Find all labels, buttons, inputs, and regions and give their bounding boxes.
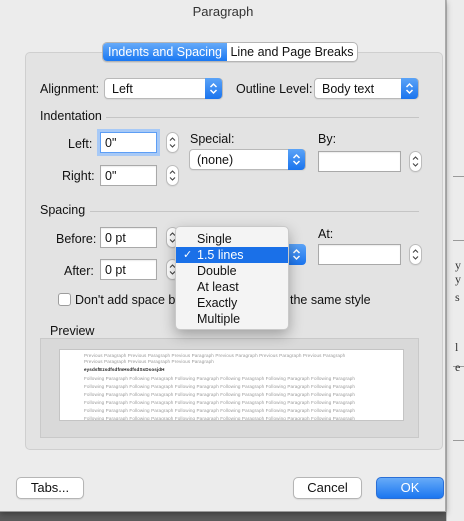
background-text: s [455,290,460,304]
menu-item-label: Double [197,264,237,278]
outline-level-popup[interactable]: Body text [314,78,419,99]
indentation-heading: Indentation [40,109,102,123]
background-text: y [455,272,461,286]
menu-item-label: At least [197,280,239,294]
outline-level-label: Outline Level: [236,82,313,96]
by-field[interactable] [318,151,401,172]
preview-following-line: Following Paragraph Following Paragraph … [84,408,356,413]
dont-add-space-label: Don't add space be [75,293,183,307]
spacing-before-label: Before: [56,232,97,246]
checkmark-icon: ✓ [183,249,193,261]
menu-item-label: Single [197,232,232,246]
menu-item-at-least[interactable]: At least [176,279,288,295]
preview-page: Previous Paragraph Previous Paragraph Pr… [59,349,404,421]
indent-left-stepper[interactable] [166,132,179,153]
chevron-updown-icon [288,149,305,170]
preview-following-line: Following Paragraph Following Paragraph … [84,376,356,381]
menu-item-multiple[interactable]: Multiple [176,311,288,327]
spacing-before-field[interactable]: 0 pt [100,227,157,248]
preview-previous-line: Previous Paragraph Previous Paragraph Pr… [84,353,346,358]
preview-following-line: Following Paragraph Following Paragraph … [84,384,356,389]
tab-line-and-page-breaks[interactable]: Line and Page Breaks [227,43,357,61]
background-text: e [455,360,461,374]
alignment-popup[interactable]: Left [104,78,223,99]
dont-add-space-label-end: the same style [290,293,371,307]
special-value: (none) [197,153,234,167]
chevron-updown-icon [401,78,418,99]
spacing-after-label: After: [64,264,94,278]
menu-item-label: Exactly [197,296,238,310]
background-text: y [455,258,461,272]
spacing-heading: Spacing [40,203,86,217]
outline-level-value: Body text [322,82,375,96]
menu-item-label: Multiple [197,312,241,326]
indent-right-field[interactable]: 0" [100,165,157,186]
tab-control: Indents and Spacing Line and Page Breaks [102,42,358,62]
ok-button[interactable]: OK [376,477,444,499]
indent-left-label: Left: [68,137,93,151]
tab-indents-and-spacing[interactable]: Indents and Spacing [103,43,227,61]
indent-left-field[interactable]: 0" [100,132,157,153]
alignment-value: Left [112,82,133,96]
menu-item-exactly[interactable]: Exactly [176,295,288,311]
indent-left-value: 0" [105,136,117,150]
tabs-button[interactable]: Tabs... [16,477,84,499]
spacing-after-value: 0 pt [105,263,126,277]
spacing-before-value: 0 pt [105,231,126,245]
preview-following-line: Following Paragraph Following Paragraph … [84,416,356,421]
menu-item-label: 1.5 lines [197,248,244,262]
preview-following-line: Following Paragraph Following Paragraph … [84,392,356,397]
indentation-divider [106,117,419,118]
dialog-title: Paragraph [192,4,254,19]
chevron-updown-icon [205,78,222,99]
alignment-label: Alignment: [40,82,100,96]
preview-heading: Preview [50,324,95,338]
preview-area: Previous Paragraph Previous Paragraph Pr… [40,338,419,438]
background-text: l [455,340,459,354]
line-spacing-menu: Single ✓ 1.5 lines Double At least Exactl… [175,226,289,330]
paragraph-dialog: Paragraph Indents and Spacing Line and P… [0,0,446,512]
by-label: By: [318,132,337,146]
cancel-button[interactable]: Cancel [293,477,362,499]
preview-previous-line: Previous Paragraph Previous Paragraph Pr… [84,359,214,364]
line-spacing-popup[interactable] [288,244,306,265]
at-label: At: [318,227,334,241]
dont-add-space-checkbox[interactable] [58,293,71,306]
by-stepper[interactable] [409,151,422,172]
indent-right-value: 0" [105,169,117,183]
spacing-after-field[interactable]: 0 pt [100,259,157,280]
menu-item-single[interactable]: Single [176,231,288,247]
at-field[interactable] [318,244,401,265]
special-label: Special: [190,132,235,146]
menu-item-1-5-lines[interactable]: ✓ 1.5 lines [176,247,288,263]
preview-current-line: eysdsfEzsdfsdfmHsdfsdSsDsosjdH [84,367,165,372]
indent-right-label: Right: [62,169,95,183]
preview-following-line: Following Paragraph Following Paragraph … [84,400,356,405]
spacing-divider [90,211,419,212]
at-stepper[interactable] [409,244,422,265]
indent-right-stepper[interactable] [166,165,179,186]
special-popup[interactable]: (none) [189,149,306,170]
menu-item-double[interactable]: Double [176,263,288,279]
